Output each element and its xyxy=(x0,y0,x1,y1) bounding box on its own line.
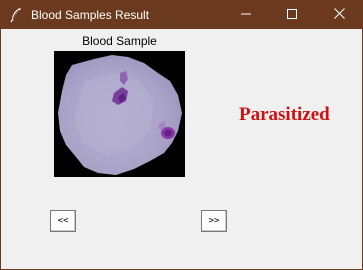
close-button[interactable] xyxy=(316,1,362,29)
close-icon xyxy=(333,8,345,22)
result-label: Parasitized xyxy=(239,104,330,125)
blood-cell-image xyxy=(54,51,185,177)
title-bar[interactable]: Blood Samples Result xyxy=(1,1,362,29)
minimize-icon xyxy=(241,8,251,22)
next-button[interactable]: >> xyxy=(201,210,227,232)
window-title: Blood Samples Result xyxy=(31,8,150,22)
window-content: Blood Sample Parasitized << >> xyxy=(1,29,362,269)
feather-icon xyxy=(9,7,23,23)
previous-button[interactable]: << xyxy=(50,210,76,232)
minimize-button[interactable] xyxy=(223,1,269,29)
sample-caption: Blood Sample xyxy=(82,34,157,48)
app-window: Blood Samples Result Blood Sample Parasi… xyxy=(0,0,363,270)
maximize-button[interactable] xyxy=(269,1,315,29)
maximize-icon xyxy=(287,8,297,22)
